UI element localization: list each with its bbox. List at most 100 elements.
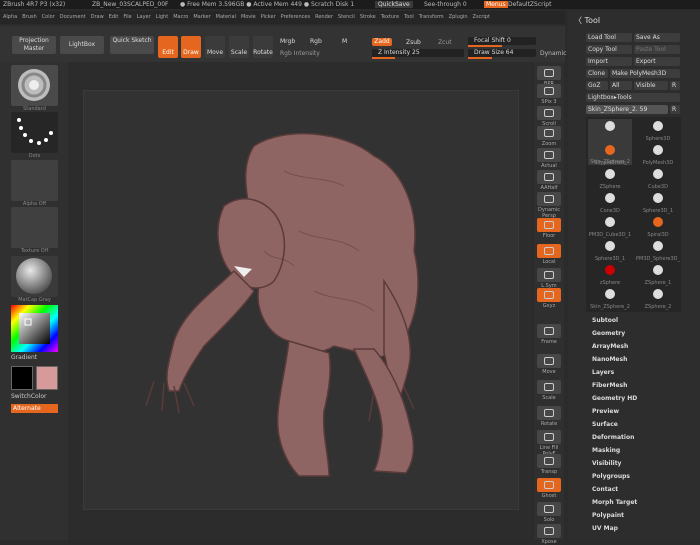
- goz-visible-button[interactable]: Visible: [634, 81, 668, 90]
- menu-item[interactable]: Layer: [137, 14, 151, 20]
- bpr-button[interactable]: [537, 66, 561, 80]
- menu-item[interactable]: Draw: [91, 14, 104, 20]
- menu-item[interactable]: Alpha: [3, 14, 17, 20]
- load-tool-button[interactable]: Load Tool: [586, 33, 632, 42]
- tool-thumb[interactable]: ZSphere_1: [636, 263, 680, 286]
- m-button[interactable]: M: [342, 38, 347, 45]
- menu-item[interactable]: Movie: [241, 14, 256, 20]
- menu-item[interactable]: Tool: [404, 14, 414, 20]
- goz-all-button[interactable]: All: [610, 81, 632, 90]
- tool-thumb[interactable]: PolyMesh3D: [636, 143, 680, 166]
- tool-thumb[interactable]: PM3D_Cube3D_1: [588, 215, 632, 238]
- tool-thumb[interactable]: Skin_ZSphere_2: [588, 287, 632, 310]
- lightbox-tools-button[interactable]: Lightbox▸Tools: [586, 93, 680, 102]
- menu-item[interactable]: Picker: [261, 14, 276, 20]
- lsym-button[interactable]: [537, 268, 561, 282]
- local-button[interactable]: [537, 244, 561, 258]
- spix-button[interactable]: [537, 84, 561, 98]
- subpalette-layers[interactable]: Layers: [592, 369, 614, 376]
- aahalf-button[interactable]: [537, 170, 561, 184]
- subpalette-deformation[interactable]: Deformation: [592, 434, 634, 441]
- rotate-button[interactable]: Rotate: [253, 36, 273, 58]
- menus-toggle[interactable]: Menus: [484, 1, 508, 8]
- tool-thumb[interactable]: ZSphere_2: [636, 287, 680, 310]
- tool-thumb[interactable]: zSphere: [588, 263, 632, 286]
- menu-item[interactable]: Stroke: [360, 14, 376, 20]
- solo-button[interactable]: [537, 502, 561, 516]
- subpalette-geometry-hd[interactable]: Geometry HD: [592, 395, 637, 402]
- paste-tool-button[interactable]: Paste Tool: [634, 45, 680, 54]
- subpalette-morph-target[interactable]: Morph Target: [592, 499, 637, 506]
- menu-item[interactable]: Macro: [173, 14, 188, 20]
- tool-thumb[interactable]: Sphere3D_1: [636, 191, 680, 214]
- rgb-button[interactable]: Rgb: [310, 38, 322, 45]
- xpose-button[interactable]: [537, 524, 561, 538]
- subpalette-uv-map[interactable]: UV Map: [592, 525, 618, 532]
- ghost-button[interactable]: [537, 478, 561, 492]
- tool-thumb[interactable]: SimpleBrush: [588, 143, 632, 166]
- primary-color-swatch[interactable]: [11, 366, 33, 390]
- frame-button[interactable]: [537, 324, 561, 338]
- export-button[interactable]: Export: [634, 57, 680, 66]
- menu-item[interactable]: Stencil: [338, 14, 355, 20]
- dynamic-button[interactable]: Dynamic: [540, 50, 566, 57]
- zsub-button[interactable]: Zsub: [406, 39, 421, 46]
- subpalette-masking[interactable]: Masking: [592, 447, 620, 454]
- subpalette-visibility[interactable]: Visibility: [592, 460, 621, 467]
- subpalette-polypaint[interactable]: Polypaint: [592, 512, 624, 519]
- menu-item[interactable]: Transform: [419, 14, 444, 20]
- make-polymesh-button[interactable]: Make PolyMesh3D: [610, 69, 680, 78]
- move-button[interactable]: [537, 354, 561, 368]
- switch-color-button[interactable]: SwitchColor: [11, 393, 47, 400]
- secondary-color-swatch[interactable]: [36, 366, 58, 390]
- copy-tool-button[interactable]: Copy Tool: [586, 45, 632, 54]
- actual-button[interactable]: [537, 148, 561, 162]
- gradient-toggle[interactable]: Gradient: [11, 354, 37, 361]
- tool-thumb[interactable]: ZSphere: [588, 167, 632, 190]
- alternate-button[interactable]: Alternate: [11, 404, 58, 413]
- tool-thumb[interactable]: Cone3D: [588, 191, 632, 214]
- current-tool-r-button[interactable]: R: [670, 105, 680, 114]
- scale-button[interactable]: [537, 380, 561, 394]
- edit-button[interactable]: Edit: [158, 36, 178, 58]
- transp-button[interactable]: [537, 454, 561, 468]
- draw-size-slider[interactable]: Draw Size 64: [468, 49, 536, 59]
- scale-button[interactable]: Scale: [229, 36, 249, 58]
- quicksave-button[interactable]: QuickSave: [375, 1, 413, 8]
- move-button[interactable]: Move: [205, 36, 225, 58]
- subpalette-geometry[interactable]: Geometry: [592, 330, 625, 337]
- tool-thumb[interactable]: PM3D_Sphere3D_1: [636, 239, 680, 262]
- menu-item[interactable]: Brush: [22, 14, 36, 20]
- menu-item[interactable]: File: [123, 14, 131, 20]
- z-intensity-slider[interactable]: Z Intensity 25: [372, 49, 464, 59]
- floor-button[interactable]: [537, 218, 561, 232]
- zcut-button[interactable]: Zcut: [438, 39, 452, 46]
- subpalette-preview[interactable]: Preview: [592, 408, 619, 415]
- projection-master-button[interactable]: Projection Master: [12, 36, 56, 54]
- tool-thumb[interactable]: Cube3D: [636, 167, 680, 190]
- tool-thumb[interactable]: Sphere3D_1: [588, 239, 632, 262]
- scroll-button[interactable]: [537, 106, 561, 120]
- color-picker[interactable]: [11, 305, 58, 352]
- goz-r-button[interactable]: R: [670, 81, 680, 90]
- subpalette-nanomesh[interactable]: NanoMesh: [592, 356, 627, 363]
- subpalette-subtool[interactable]: Subtool: [592, 317, 618, 324]
- brush-selector[interactable]: [11, 65, 58, 106]
- subpalette-polygroups[interactable]: Polygroups: [592, 473, 630, 480]
- tool-thumb[interactable]: Spiral3D: [636, 215, 680, 238]
- menu-item[interactable]: Marker: [193, 14, 210, 20]
- menu-item[interactable]: Material: [216, 14, 236, 20]
- subpalette-arraymesh[interactable]: ArrayMesh: [592, 343, 628, 350]
- menu-item[interactable]: Document: [60, 14, 86, 20]
- menu-item[interactable]: Color: [42, 14, 55, 20]
- menu-item[interactable]: Edit: [109, 14, 119, 20]
- document-viewport[interactable]: [83, 90, 520, 510]
- goz-button[interactable]: GoZ: [586, 81, 608, 90]
- quick-sketch-button[interactable]: Quick Sketch: [110, 36, 154, 54]
- alpha-selector[interactable]: [11, 160, 58, 201]
- menu-item[interactable]: Preferences: [281, 14, 310, 20]
- menu-item[interactable]: Texture: [381, 14, 399, 20]
- menu-item[interactable]: Zscript: [473, 14, 490, 20]
- polyf-button[interactable]: [537, 430, 561, 444]
- texture-selector[interactable]: [11, 207, 58, 248]
